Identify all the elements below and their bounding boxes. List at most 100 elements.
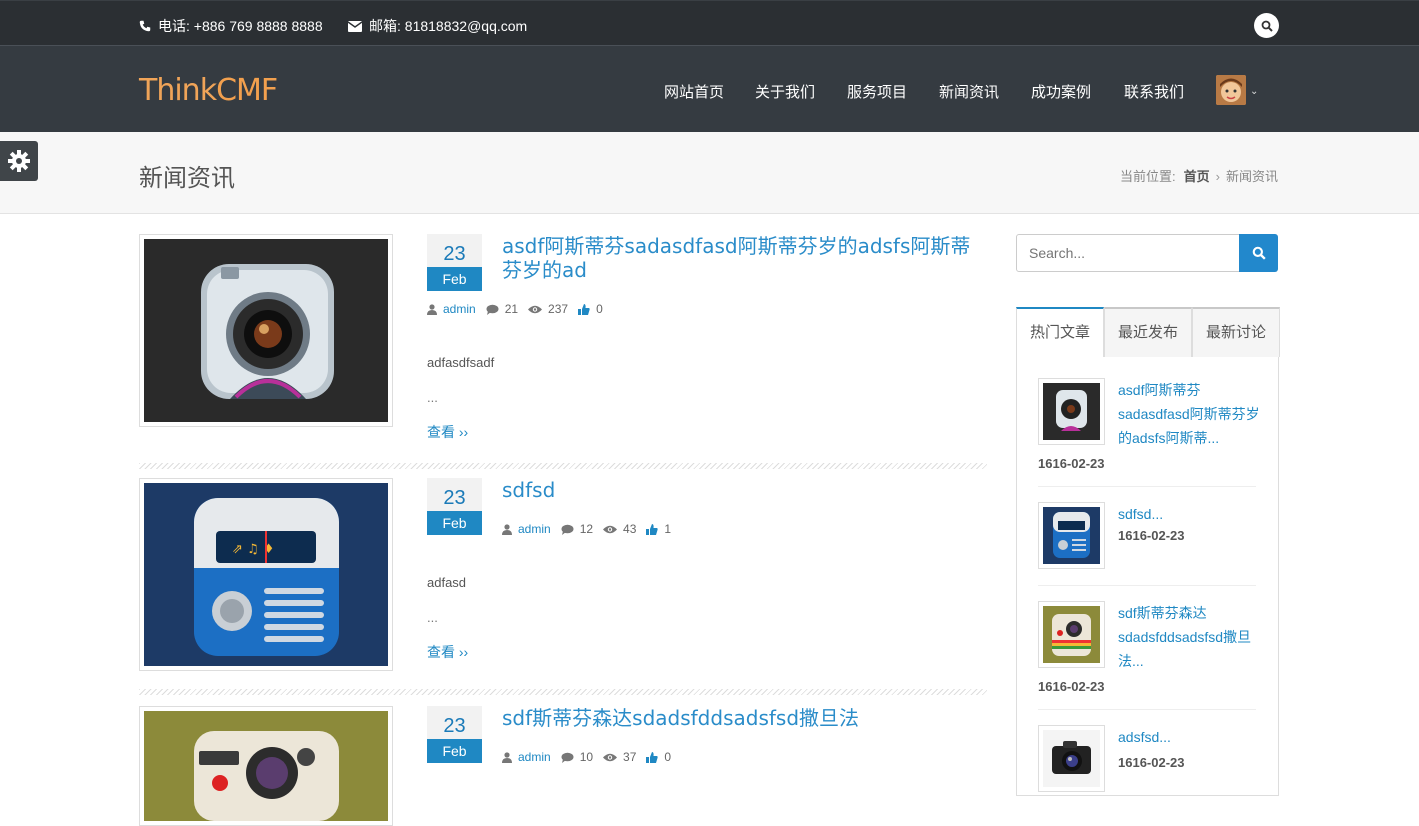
post-like-count: 0 [664,750,672,764]
post-meta: admin 21 237 0 [427,302,613,316]
main-navbar: ThinkCMF 网站首页 关于我们 服务项目 新闻资讯 成功案例 联系我们 ⌄ [0,45,1419,132]
phone-icon [139,20,151,32]
post-comment-count: 12 [579,522,594,536]
read-more-link[interactable]: 查看 ›› [427,422,468,442]
page-title: 新闻资讯 [139,164,235,192]
tab-hot-articles[interactable]: 热门文章 [1016,307,1105,357]
list-item-thumbnail[interactable] [1038,502,1105,569]
search-icon [1252,246,1266,260]
post-title-link[interactable]: sdfsd [502,478,982,502]
list-item-thumbnail[interactable] [1038,725,1105,792]
user-icon [427,303,437,315]
phone-text: 电话: +886 769 8888 8888 [158,18,323,34]
list-item-title[interactable]: sdfsd... [1118,502,1263,526]
comment-icon [486,304,499,315]
post-divider [139,689,987,695]
post-day: 23 [427,478,482,511]
post-date-badge: 23 Feb [427,234,482,291]
post-excerpt: adfasd [427,575,467,590]
post-item: 23 Feb asdf阿斯蒂芬sadasdfasd阿斯蒂芬岁的adsfs阿斯蒂芬… [139,234,987,440]
list-divider [1038,486,1256,487]
post-title-link[interactable]: sdf斯蒂芬森达sdadsfddsadsfsd撒旦法 [502,706,982,730]
post-view-count: 237 [548,302,569,316]
thumbs-up-icon[interactable] [578,303,590,315]
tab-latest-discussion[interactable]: 最新讨论 [1192,307,1281,357]
list-item-date: 1616-02-23 [1038,456,1105,471]
post-ellipsis: ... [427,390,438,405]
post-thumbnail[interactable]: ⇗ ♫ ♦ [139,478,393,671]
list-item-title[interactable]: sdf斯蒂芬森达sdadsfddsadsfsd撒旦法... [1118,601,1263,673]
top-search-button[interactable] [1254,13,1279,38]
thumbs-up-icon[interactable] [646,523,659,535]
comment-icon [561,524,574,535]
email-contact: 邮箱: 81818832@qq.com [348,16,527,36]
post-thumbnail[interactable] [139,234,393,427]
phone-contact: 电话: +886 769 8888 8888 [139,16,323,36]
list-item-thumbnail[interactable] [1038,601,1105,668]
nav-cases[interactable]: 成功案例 [1031,81,1091,102]
list-item-date: 1616-02-23 [1118,755,1185,770]
post-ellipsis: ... [427,610,438,625]
breadcrumb-separator: › [1215,169,1220,184]
list-item-title[interactable]: asdf阿斯蒂芬sadasdfasd阿斯蒂芬岁的adsfs阿斯蒂... [1118,378,1263,450]
list-item: asdf阿斯蒂芬sadasdfasd阿斯蒂芬岁的adsfs阿斯蒂... 1616… [1038,378,1260,478]
post-author-link[interactable]: admin [443,302,476,316]
post-day: 23 [427,234,482,267]
list-item-thumbnail[interactable] [1038,378,1105,445]
breadcrumb-prefix: 当前位置: [1120,169,1176,184]
post-author-link[interactable]: admin [518,522,551,536]
post-title-link[interactable]: asdf阿斯蒂芬sadasdfasd阿斯蒂芬岁的adsfs阿斯蒂芬岁的ad [502,234,982,282]
nav-services[interactable]: 服务项目 [847,81,907,102]
envelope-icon [348,20,362,32]
logo-part-cmf: CMF [216,73,278,108]
post-date-badge: 23 Feb [427,478,482,535]
eye-icon [528,305,543,314]
post-comment-count: 10 [579,750,594,764]
sidebar-tabs: 热门文章 最近发布 最新讨论 [1016,307,1281,357]
chevron-down-icon[interactable]: ⌄ [1250,86,1258,97]
list-item-date: 1616-02-23 [1118,528,1185,543]
list-divider [1038,585,1256,586]
eye-icon [603,753,618,762]
post-comment-count: 21 [504,302,519,316]
radio-app-image: ⇗ ♫ ♦ [144,483,388,666]
post-thumbnail[interactable] [139,706,393,826]
list-item-title[interactable]: adsfsd... [1118,725,1263,749]
list-item: sdfsd... 1616-02-23 [1038,502,1258,572]
post-view-count: 37 [623,750,637,764]
post-author-link[interactable]: admin [518,750,551,764]
email-text: 邮箱: 81818832@qq.com [369,18,528,34]
post-item: ⇗ ♫ ♦ 23 Feb sdfsd admin 12 43 1 adfasd … [139,478,987,678]
list-item: adsfsd... 1616-02-23 [1038,725,1258,792]
eye-icon [603,525,618,534]
settings-toggle[interactable] [0,141,38,181]
post-divider [139,463,987,469]
post-like-count: 1 [664,522,672,536]
tab-recent-posts[interactable]: 最近发布 [1104,307,1193,357]
list-item: sdf斯蒂芬森达sdadsfddsadsfsd撒旦法... 1616-02-23 [1038,601,1258,701]
thumbs-up-icon[interactable] [646,751,659,763]
post-like-count: 0 [596,302,603,316]
search-icon [1261,20,1273,32]
post-item: 23 Feb sdf斯蒂芬森达sdadsfddsadsfsd撒旦法 admin … [139,706,987,826]
post-date-badge: 23 Feb [427,706,482,763]
post-month: Feb [427,511,482,535]
nav-contact[interactable]: 联系我们 [1124,81,1184,102]
logo-part-think: Think [139,73,217,108]
nav-news[interactable]: 新闻资讯 [939,81,999,102]
breadcrumb: 当前位置: 首页 › 新闻资讯 [1120,166,1278,185]
page-header: 新闻资讯 当前位置: 首页 › 新闻资讯 [0,132,1419,214]
post-meta: admin 10 37 0 [502,750,681,764]
sidebar-search-button[interactable] [1239,234,1278,272]
camera-app-image [144,239,388,422]
site-logo[interactable]: ThinkCMF [139,73,278,108]
post-month: Feb [427,739,482,763]
sidebar-search-input[interactable] [1016,234,1240,272]
top-bar: 电话: +886 769 8888 8888 邮箱: 81818832@qq.c… [0,0,1419,45]
nav-about[interactable]: 关于我们 [755,81,815,102]
nav-home[interactable]: 网站首页 [664,81,724,102]
post-month: Feb [427,267,482,291]
user-avatar[interactable] [1216,75,1246,105]
breadcrumb-home-link[interactable]: 首页 [1184,169,1210,184]
read-more-link[interactable]: 查看 ›› [427,642,468,662]
